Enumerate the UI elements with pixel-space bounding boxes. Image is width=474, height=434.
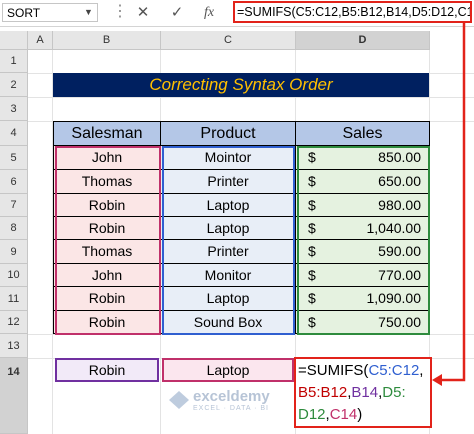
watermark-tagline: EXCEL · DATA · BI bbox=[193, 405, 269, 412]
formula-ref-c14: C14 bbox=[329, 406, 358, 423]
watermark-brand: exceldemy bbox=[193, 388, 270, 405]
formula-ref-d5-d12-end: D12 bbox=[298, 406, 326, 423]
exceldemy-logo-icon bbox=[169, 391, 189, 409]
formula-ref-b14: B14 bbox=[351, 384, 379, 401]
formula-ref-d5-d12: D5: bbox=[382, 384, 406, 401]
formula-text: =SUMIFS( bbox=[298, 362, 369, 379]
formula-text: , bbox=[419, 362, 424, 379]
formula-ref-b5-b12: B5:B12 bbox=[298, 384, 348, 401]
formula-text: ) bbox=[357, 406, 363, 423]
cell-edit-formula[interactable]: =SUMIFS(C5:C12, B5:B12,B14,D5: D12,C14) bbox=[294, 357, 432, 428]
formula-ref-c5-c12: C5:C12 bbox=[368, 362, 420, 379]
